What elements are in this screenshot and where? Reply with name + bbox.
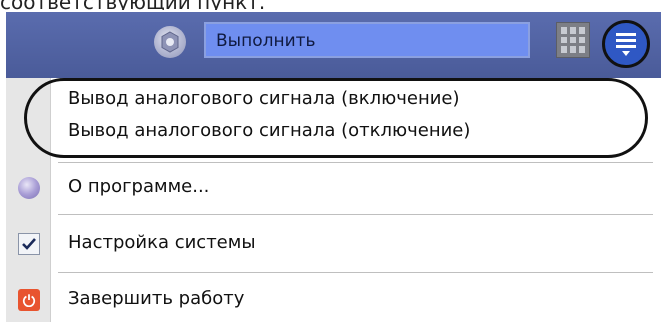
menu-item-exit[interactable]: Завершить работу — [6, 284, 661, 316]
execute-field[interactable]: Выполнить — [204, 22, 530, 58]
gear-icon — [161, 31, 179, 53]
menu-separator — [58, 272, 653, 273]
menu-item-label: О программе... — [68, 176, 210, 197]
caption-text: соответствующий пункт. — [0, 0, 661, 10]
menu-item-label: Настройка системы — [68, 232, 256, 253]
grid-view-button[interactable] — [556, 22, 590, 58]
power-icon — [18, 289, 40, 311]
menu-item-system-settings[interactable]: Настройка системы — [6, 228, 661, 260]
about-icon — [18, 177, 40, 199]
dropdown-menu: Вывод аналогового сигнала (включение) Вы… — [6, 78, 661, 322]
menu-item-about[interactable]: О программе... — [6, 172, 661, 204]
checkmark-icon — [18, 233, 40, 255]
toolbar: Выполнить — [6, 12, 661, 78]
highlight-annotation — [24, 78, 648, 158]
menu-item-label: Завершить работу — [68, 288, 245, 309]
grid-icon — [561, 27, 567, 34]
main-menu-button[interactable] — [602, 20, 650, 68]
hamburger-menu-icon — [616, 33, 636, 56]
menu-separator — [58, 162, 653, 163]
gear-button[interactable] — [154, 26, 186, 58]
menu-separator — [58, 214, 653, 215]
